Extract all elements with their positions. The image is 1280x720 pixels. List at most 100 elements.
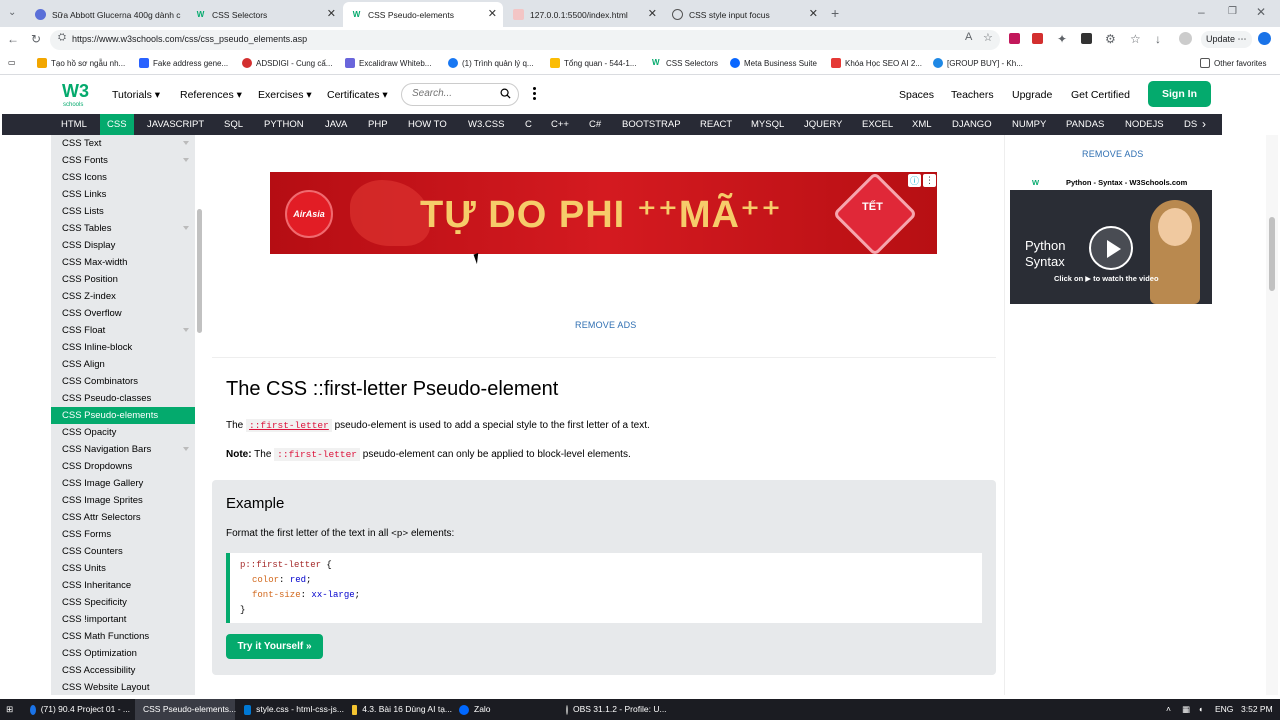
sidebar-item-css-inheritance[interactable]: CSS Inheritance: [51, 577, 195, 594]
sidebar-item-css-align[interactable]: CSS Align: [51, 356, 195, 373]
sidebar-item-css-float[interactable]: CSS Float: [51, 322, 195, 339]
sidebar-item-css-display[interactable]: CSS Display: [51, 237, 195, 254]
tab-php[interactable]: PHP: [368, 114, 388, 135]
sidebar-item-css-overflow[interactable]: CSS Overflow: [51, 305, 195, 322]
sidebar-item-css-links[interactable]: CSS Links: [51, 186, 195, 203]
windows-start-icon[interactable]: ⊞: [6, 699, 13, 720]
sidebar-toggle-icon[interactable]: ▭: [8, 58, 16, 67]
bookmark-item[interactable]: ADSDIGI - Cung cấ...: [242, 58, 332, 68]
extension-icon[interactable]: [1032, 33, 1043, 44]
sidebar-item-css-dropdowns[interactable]: CSS Dropdowns: [51, 458, 195, 475]
sidebar-item-css-pseudo-elements[interactable]: CSS Pseudo-elements: [51, 407, 195, 424]
bookmark-item[interactable]: Fake address gene...: [139, 58, 228, 68]
sidebar-item-css-max-width[interactable]: CSS Max-width: [51, 254, 195, 271]
close-icon[interactable]: ✕: [488, 7, 497, 20]
link-upgrade[interactable]: Upgrade: [1012, 89, 1052, 101]
tab-nodejs[interactable]: NODEJS: [1125, 114, 1164, 135]
sidebar-item-css-opacity[interactable]: CSS Opacity: [51, 424, 195, 441]
bookmark-item[interactable]: [GROUP BUY] - Kh...: [933, 58, 1023, 68]
minimize-button[interactable]: –: [1198, 5, 1205, 19]
tab-jquery[interactable]: JQUERY: [804, 114, 842, 135]
tab-pandas[interactable]: PANDAS: [1066, 114, 1104, 135]
site-info-icon[interactable]: ⛭: [58, 32, 66, 43]
bookmark-item[interactable]: Meta Business Suite: [730, 58, 817, 68]
language-indicator[interactable]: ENG: [1215, 699, 1233, 720]
read-aloud-icon[interactable]: A: [965, 31, 972, 43]
close-icon[interactable]: ✕: [327, 7, 336, 20]
bookmark-item[interactable]: Tạo hồ sơ ngẫu nh...: [37, 58, 125, 68]
tab-numpy[interactable]: NUMPY: [1012, 114, 1046, 135]
sidebar-item-css-fonts[interactable]: CSS Fonts: [51, 152, 195, 169]
page-scrollbar-thumb[interactable]: [1269, 217, 1275, 291]
bookmark-item[interactable]: Khóa Học SEO AI 2...: [831, 58, 922, 68]
refresh-icon[interactable]: ↻: [31, 32, 41, 46]
sidebar-item-css-text[interactable]: CSS Text: [51, 135, 195, 152]
network-icon[interactable]: ▦: [1182, 699, 1190, 720]
tab-excel[interactable]: EXCEL: [862, 114, 893, 135]
ad-banner[interactable]: AirAsia TỰ DO PHI ⁺⁺MÃ⁺⁺ TẾT: [270, 172, 937, 254]
chevron-right-icon[interactable]: ›: [1202, 114, 1206, 135]
sidebar-item-css-counters[interactable]: CSS Counters: [51, 543, 195, 560]
sidebar-item-css-z-index[interactable]: CSS Z-index: [51, 288, 195, 305]
restore-button[interactable]: ❐: [1228, 6, 1237, 17]
tab-css[interactable]: CSS: [100, 114, 134, 135]
back-icon[interactable]: ←: [7, 32, 19, 46]
clock[interactable]: 3:52 PM: [1241, 699, 1273, 720]
update-button[interactable]: Update ⋯: [1201, 31, 1252, 48]
play-icon[interactable]: [1089, 226, 1133, 270]
star-icon[interactable]: ☆: [983, 31, 993, 44]
try-it-yourself-button[interactable]: Try it Yourself »: [226, 634, 323, 659]
sidebar-item-css-tables[interactable]: CSS Tables: [51, 220, 195, 237]
other-favorites[interactable]: Other favorites: [1200, 58, 1266, 68]
w3schools-logo[interactable]: W3 schools: [62, 81, 92, 111]
sidebar-item-css-website-layout[interactable]: CSS Website Layout: [51, 679, 195, 695]
video-player[interactable]: Python Syntax Click on ▶ to watch the vid…: [1010, 190, 1212, 304]
remove-ads-link-right[interactable]: REMOVE ADS: [1082, 149, 1144, 159]
chevron-up-icon[interactable]: ˄: [1166, 699, 1171, 720]
bookmark-item[interactable]: Tổng quan - 544-1...: [550, 58, 637, 68]
extension-icon[interactable]: [1081, 33, 1092, 44]
window-close-button[interactable]: ✕: [1256, 5, 1266, 19]
more-menu-icon[interactable]: [533, 87, 537, 102]
sidebar-item-css-icons[interactable]: CSS Icons: [51, 169, 195, 186]
bookmark-item[interactable]: (1) Trình quản lý q...: [448, 58, 534, 68]
tab-list-icon[interactable]: ⌄: [8, 7, 16, 18]
tab-5[interactable]: CSS style input focus ✕: [664, 2, 824, 27]
search-icon[interactable]: [500, 88, 511, 99]
sidebar-item-css-optimization[interactable]: CSS Optimization: [51, 645, 195, 662]
tab-java[interactable]: JAVA: [325, 114, 347, 135]
tab-csharp[interactable]: C#: [589, 114, 601, 135]
download-icon[interactable]: ↓: [1155, 32, 1161, 46]
sidebar-item-css-accessibility[interactable]: CSS Accessibility: [51, 662, 195, 679]
first-letter-code-link[interactable]: ::first-letter: [246, 419, 332, 432]
sidebar-item-css-inline-block[interactable]: CSS Inline-block: [51, 339, 195, 356]
new-tab-button[interactable]: +: [831, 5, 839, 21]
ad-info-icon[interactable]: ⓘ: [908, 174, 921, 187]
close-icon[interactable]: ✕: [809, 7, 818, 20]
tab-react[interactable]: REACT: [700, 114, 732, 135]
tab-ds[interactable]: DS: [1184, 114, 1197, 135]
sidebar-item-css-math-functions[interactable]: CSS Math Functions: [51, 628, 195, 645]
link-spaces[interactable]: Spaces: [899, 89, 934, 101]
menu-certificates[interactable]: Certificates ▾: [327, 89, 388, 101]
speaker-icon[interactable]: ◖: [1198, 699, 1203, 720]
sidebar-item-css-attr-selectors[interactable]: CSS Attr Selectors: [51, 509, 195, 526]
link-teachers[interactable]: Teachers: [951, 89, 994, 101]
sidebar-item-css-units[interactable]: CSS Units: [51, 560, 195, 577]
tab-html[interactable]: HTML: [61, 114, 87, 135]
tab-how-to[interactable]: HOW TO: [408, 114, 447, 135]
close-icon[interactable]: ✕: [648, 7, 657, 20]
taskbar-item[interactable]: (71) 90.4 Project 01 - ...: [30, 699, 130, 720]
taskbar-item[interactable]: Zalo: [459, 699, 519, 720]
sidebar-item-css-forms[interactable]: CSS Forms: [51, 526, 195, 543]
link-get-certified[interactable]: Get Certified: [1071, 89, 1130, 101]
bookmark-item[interactable]: W CSS Selectors: [652, 58, 718, 68]
sidebar-item-css-image-sprites[interactable]: CSS Image Sprites: [51, 492, 195, 509]
sidebar-item-css-navigation-bars[interactable]: CSS Navigation Bars: [51, 441, 195, 458]
tab-4[interactable]: 127.0.0.1:5500/index.html ✕: [505, 2, 663, 27]
sidebar-item-css-position[interactable]: CSS Position: [51, 271, 195, 288]
tab-sql[interactable]: SQL: [224, 114, 243, 135]
url-field[interactable]: ⛭ https://www.w3schools.com/css/css_pseu…: [50, 30, 1000, 50]
tab-c[interactable]: C: [525, 114, 532, 135]
extension-icon[interactable]: [1009, 33, 1020, 44]
